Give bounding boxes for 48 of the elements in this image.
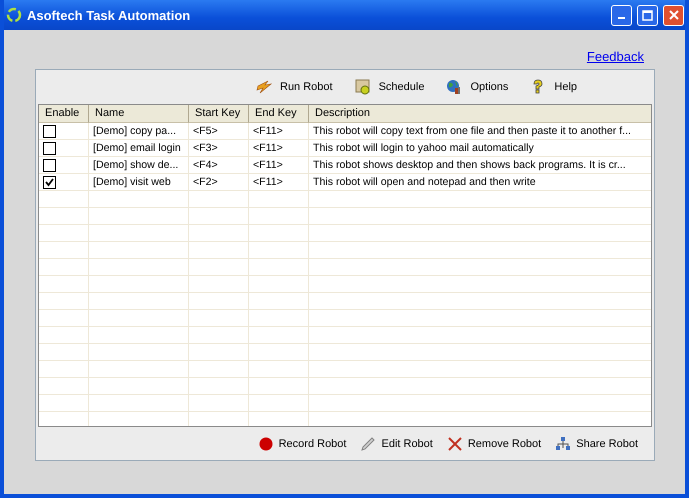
table-cell: <F5>	[189, 123, 249, 140]
app-icon	[6, 7, 22, 23]
checkbox[interactable]	[43, 176, 56, 189]
pencil-icon	[360, 436, 376, 452]
column-header[interactable]: Enable	[39, 105, 89, 123]
minimize-button[interactable]	[611, 4, 632, 26]
toolbar-button[interactable]: Run Robot	[256, 79, 333, 95]
action-button[interactable]: Share Robot	[555, 436, 638, 452]
table-cell: [Demo] email login	[89, 140, 189, 157]
column-header[interactable]: Name	[89, 105, 189, 123]
column-header[interactable]: Description	[309, 105, 651, 123]
globe-tools-icon	[446, 79, 462, 95]
toolbar-button[interactable]: Help	[530, 79, 578, 95]
record-icon	[258, 436, 274, 452]
column-header[interactable]: Start Key	[189, 105, 249, 123]
toolbar-button[interactable]: Options	[446, 79, 508, 95]
maximize-button[interactable]	[637, 4, 658, 26]
action-button[interactable]: Remove Robot	[446, 436, 542, 452]
checkbox[interactable]	[43, 159, 56, 172]
table-cell: [Demo] visit web	[89, 174, 189, 191]
window-title: Asoftech Task Automation	[27, 8, 192, 22]
table-cell: <F4>	[189, 157, 249, 174]
lightning-icon	[256, 79, 272, 95]
action-button[interactable]: Record Robot	[258, 436, 346, 452]
column-header[interactable]: End Key	[249, 105, 309, 123]
close-icon	[668, 10, 678, 20]
remove-icon	[446, 436, 463, 452]
table-cell: This robot will copy text from one file and then paste it to another f...	[309, 123, 651, 140]
table-cell: <F11>	[249, 140, 309, 157]
close-button[interactable]	[663, 4, 684, 26]
table-cell: This robot will login to yahoo mail automatically	[309, 140, 651, 157]
table-cell: This robot will open and notepad and then write	[309, 174, 651, 191]
table-cell: <F2>	[189, 174, 249, 191]
table-cell: [Demo] show de...	[89, 157, 189, 174]
toolbar-button[interactable]: Schedule	[354, 79, 424, 95]
calendar-clock-icon	[354, 79, 371, 95]
checkbox[interactable]	[43, 125, 56, 138]
table-cell: <F11>	[249, 157, 309, 174]
network-icon	[555, 436, 572, 452]
checkbox[interactable]	[43, 142, 56, 155]
maximize-icon	[642, 10, 653, 20]
table-cell: <F3>	[189, 140, 249, 157]
feedback-link[interactable]: Feedback	[586, 49, 644, 64]
table-cell: <F11>	[249, 123, 309, 140]
action-button[interactable]: Edit Robot	[360, 436, 433, 452]
table-cell: This robot shows desktop and then shows back programs. It is cr...	[309, 157, 651, 174]
table-cell: <F11>	[249, 174, 309, 191]
table-cell: [Demo] copy pa...	[89, 123, 189, 140]
